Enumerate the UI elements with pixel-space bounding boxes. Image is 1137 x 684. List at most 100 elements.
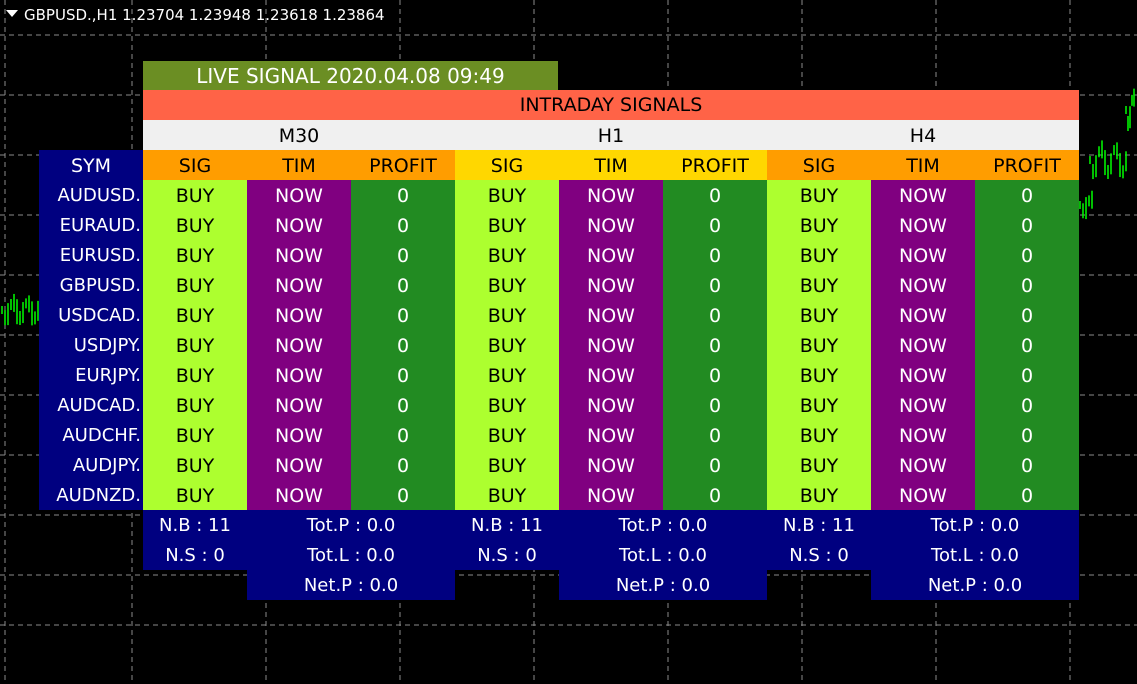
- profit-cell: 0: [351, 300, 455, 330]
- profit-cell: 0: [351, 450, 455, 480]
- signal-cell: BUY: [455, 420, 559, 450]
- profit-cell: 0: [663, 390, 767, 420]
- sell-count: N.S : 0: [455, 540, 559, 570]
- time-cell: NOW: [871, 330, 975, 360]
- buy-count: N.B : 11: [143, 510, 247, 540]
- profit-cell: 0: [663, 300, 767, 330]
- time-cell: NOW: [559, 240, 663, 270]
- time-cell: NOW: [247, 330, 351, 360]
- signal-cell: BUY: [455, 390, 559, 420]
- column-header-tim: TIM: [559, 150, 663, 180]
- symbol-cell: USDCAD.: [39, 300, 143, 330]
- time-cell: NOW: [247, 450, 351, 480]
- time-cell: NOW: [247, 390, 351, 420]
- total-loss: Tot.L : 0.0: [247, 540, 455, 570]
- triangle-down-icon[interactable]: [6, 10, 18, 17]
- symbol-cell: GBPUSD.: [39, 270, 143, 300]
- signal-cell: BUY: [143, 480, 247, 510]
- profit-cell: 0: [663, 450, 767, 480]
- signal-cell: BUY: [767, 210, 871, 240]
- profit-cell: 0: [351, 330, 455, 360]
- time-cell: NOW: [247, 180, 351, 210]
- time-cell: NOW: [871, 450, 975, 480]
- chart-title-text: GBPUSD.,H1 1.23704 1.23948 1.23618 1.238…: [24, 6, 385, 24]
- profit-cell: 0: [351, 240, 455, 270]
- signal-cell: BUY: [143, 360, 247, 390]
- signal-cell: BUY: [143, 270, 247, 300]
- time-cell: NOW: [559, 420, 663, 450]
- net-profit: Net.P : 0.0: [871, 570, 1079, 600]
- sell-count: N.S : 0: [143, 540, 247, 570]
- profit-cell: 0: [975, 450, 1079, 480]
- total-profit: Tot.P : 0.0: [871, 510, 1079, 540]
- buy-count: N.B : 11: [767, 510, 871, 540]
- profit-cell: 0: [351, 360, 455, 390]
- time-cell: NOW: [871, 210, 975, 240]
- total-profit: Tot.P : 0.0: [559, 510, 767, 540]
- net-profit: Net.P : 0.0: [559, 570, 767, 600]
- profit-cell: 0: [351, 390, 455, 420]
- symbol-cell: AUDCHF.: [39, 420, 143, 450]
- signal-cell: BUY: [767, 300, 871, 330]
- time-cell: NOW: [559, 180, 663, 210]
- time-cell: NOW: [247, 360, 351, 390]
- profit-cell: 0: [351, 480, 455, 510]
- signal-cell: BUY: [455, 450, 559, 480]
- profit-cell: 0: [663, 330, 767, 360]
- profit-cell: 0: [975, 390, 1079, 420]
- profit-cell: 0: [663, 180, 767, 210]
- signal-cell: BUY: [143, 420, 247, 450]
- symbol-cell: EURUSD.: [39, 240, 143, 270]
- profit-cell: 0: [663, 240, 767, 270]
- timeframe-header-h1: H1: [455, 120, 767, 150]
- time-cell: NOW: [871, 180, 975, 210]
- signal-cell: BUY: [767, 240, 871, 270]
- time-cell: NOW: [247, 240, 351, 270]
- signal-cell: BUY: [143, 390, 247, 420]
- time-cell: NOW: [247, 300, 351, 330]
- profit-cell: 0: [663, 210, 767, 240]
- signal-cell: BUY: [455, 480, 559, 510]
- profit-cell: 0: [663, 360, 767, 390]
- time-cell: NOW: [871, 300, 975, 330]
- profit-cell: 0: [975, 270, 1079, 300]
- symbol-cell: EURAUD.: [39, 210, 143, 240]
- time-cell: NOW: [247, 480, 351, 510]
- time-cell: NOW: [559, 480, 663, 510]
- timeframe-header-m30: M30: [143, 120, 455, 150]
- total-loss: Tot.L : 0.0: [871, 540, 1079, 570]
- profit-cell: 0: [351, 420, 455, 450]
- signal-cell: BUY: [143, 450, 247, 480]
- time-cell: NOW: [559, 300, 663, 330]
- time-cell: NOW: [871, 420, 975, 450]
- signal-cell: BUY: [767, 360, 871, 390]
- signal-cell: BUY: [143, 240, 247, 270]
- profit-cell: 0: [975, 480, 1079, 510]
- time-cell: NOW: [871, 360, 975, 390]
- time-cell: NOW: [559, 210, 663, 240]
- time-cell: NOW: [559, 390, 663, 420]
- chart-title: GBPUSD.,H1 1.23704 1.23948 1.23618 1.238…: [6, 6, 385, 24]
- signal-cell: BUY: [767, 270, 871, 300]
- symbol-cell: AUDUSD.: [39, 180, 143, 210]
- time-cell: NOW: [559, 270, 663, 300]
- profit-cell: 0: [975, 180, 1079, 210]
- sell-count: N.S : 0: [767, 540, 871, 570]
- profit-cell: 0: [351, 210, 455, 240]
- time-cell: NOW: [871, 240, 975, 270]
- time-cell: NOW: [247, 420, 351, 450]
- column-header-profit: PROFIT: [351, 150, 455, 180]
- profit-cell: 0: [975, 300, 1079, 330]
- signal-cell: BUY: [767, 390, 871, 420]
- intraday-signals-heading: INTRADAY SIGNALS: [143, 90, 1079, 120]
- signal-cell: BUY: [767, 420, 871, 450]
- column-header-profit: PROFIT: [975, 150, 1079, 180]
- time-cell: NOW: [559, 360, 663, 390]
- symbol-cell: USDJPY.: [39, 330, 143, 360]
- signal-cell: BUY: [767, 480, 871, 510]
- profit-cell: 0: [975, 330, 1079, 360]
- time-cell: NOW: [871, 480, 975, 510]
- profit-cell: 0: [351, 270, 455, 300]
- timeframe-header-h4: H4: [767, 120, 1079, 150]
- time-cell: NOW: [559, 450, 663, 480]
